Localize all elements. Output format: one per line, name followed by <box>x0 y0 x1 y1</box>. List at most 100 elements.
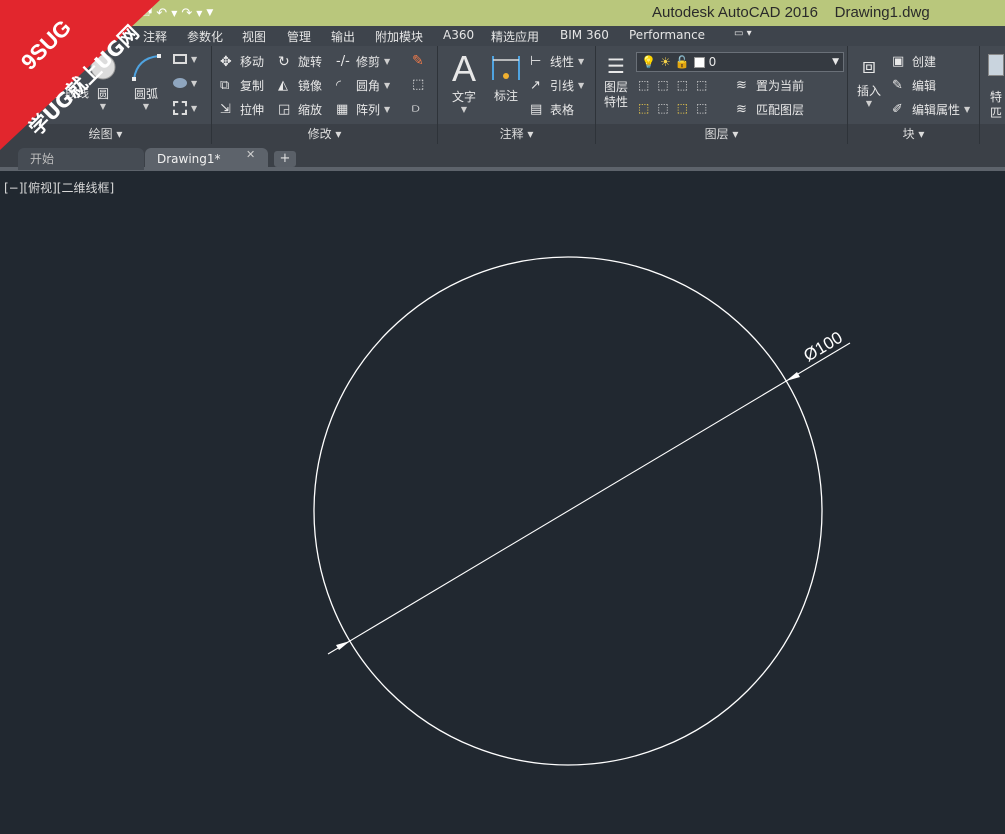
rectangle-button[interactable]: ▼ <box>173 54 197 64</box>
rotate-button[interactable]: ↻ 旋转 <box>278 53 322 70</box>
match-layer-button[interactable]: ≋ 匹配图层 <box>736 101 804 118</box>
insert-dropdown-icon[interactable]: ▼ <box>852 99 886 108</box>
explode-button[interactable]: ⬚ <box>412 77 428 93</box>
circle-dropdown-icon[interactable]: ▼ <box>88 102 118 111</box>
hatch-icon <box>173 78 187 88</box>
scale-button[interactable]: ◲ 缩放 <box>278 101 322 118</box>
tab-start[interactable]: 开始 <box>18 148 144 170</box>
arc-button[interactable]: 圆弧 ▼ <box>128 52 164 111</box>
table-button[interactable]: ▤ 表格 <box>530 101 574 118</box>
properties-panel: 特 匹 <box>980 46 1005 144</box>
trim-icon: -/- <box>336 53 350 69</box>
layer-off-icon[interactable]: ⬚ <box>638 78 649 92</box>
ribbon: 多段线 圆 ▼ 圆弧 ▼ ▼ ▼ ▼ 绘图 ▾ ✥ 移动 ↻ 旋转 -/- 修剪 ▼ ✎… <box>0 46 1005 144</box>
copy-button[interactable]: ⧉ 复制 <box>220 77 264 94</box>
close-tab-icon[interactable]: ✕ <box>246 148 255 161</box>
modify-panel-title[interactable]: 修改 ▾ <box>212 124 437 144</box>
layer-lock-tool-icon[interactable]: ⬚ <box>696 78 707 92</box>
tab-extra-dropdown-icon[interactable]: ▭ ▾ <box>734 28 752 39</box>
move-button[interactable]: ✥ 移动 <box>220 53 264 70</box>
layer-lock-icon: 🔓 <box>674 55 690 69</box>
print-icon[interactable]: 🖶 <box>140 2 152 24</box>
erase-button[interactable]: ✎ <box>412 53 428 69</box>
linear-dimension-button[interactable]: ⊢ 线性 ▼ <box>530 53 584 70</box>
quick-access-toolbar: 🖶 ↶ ▼ ↷ ▼ ▼ <box>140 3 213 23</box>
circle-button[interactable]: 圆 ▼ <box>88 52 118 111</box>
autocad-window: 🖶 ↶ ▼ ↷ ▼ ▼ Autodesk AutoCAD 2016 Drawin… <box>0 0 1005 834</box>
tab-bim360[interactable]: BIM 360 <box>560 28 609 42</box>
tab-annotate[interactable]: 注释 <box>143 28 167 45</box>
trim-button[interactable]: -/- 修剪 ▼ <box>336 53 390 70</box>
properties-icon[interactable] <box>988 54 1004 76</box>
boundary-button[interactable]: ▼ <box>173 101 197 115</box>
layer-freeze-tool-icon[interactable]: ⬚ <box>677 78 688 92</box>
boundary-icon <box>173 101 187 115</box>
redo-dropdown-icon[interactable]: ▼ <box>196 9 202 18</box>
erase-icon: ✎ <box>412 53 424 69</box>
dimension-text[interactable]: Ø100 <box>800 328 845 366</box>
create-block-button[interactable]: ▣ 创建 <box>892 53 936 70</box>
properties-label-top[interactable]: 特 <box>990 88 1002 105</box>
qat-customize-icon[interactable]: ▼ <box>206 8 213 18</box>
hatch-button[interactable]: ▼ <box>173 78 197 88</box>
set-current-icon: ≋ <box>736 77 747 93</box>
layer-unlock-icon[interactable]: ⬚ <box>696 101 707 115</box>
leader-button[interactable]: ↗ 引线 ▼ <box>530 77 584 94</box>
tab-addins[interactable]: 附加模块 <box>375 28 423 45</box>
array-button[interactable]: ▦ 阵列 ▼ <box>336 101 390 118</box>
text-button[interactable]: A 文字 ▼ <box>448 50 480 115</box>
mirror-icon: ◭ <box>278 77 288 93</box>
block-panel-title[interactable]: 块 ▾ <box>848 124 979 144</box>
layers-panel-title[interactable]: 图层 ▾ <box>596 124 847 144</box>
undo-dropdown-icon[interactable]: ▼ <box>171 9 177 18</box>
mirror-button[interactable]: ◭ 镜像 <box>278 77 322 94</box>
layer-isolate-icon[interactable]: ⬚ <box>657 78 668 92</box>
app-title: Autodesk AutoCAD 2016 <box>652 4 818 21</box>
table-icon: ▤ <box>530 101 543 117</box>
set-current-layer-button[interactable]: ≋ 置为当前 <box>736 77 804 94</box>
annotation-panel: A 文字 ▼ 标注 ⊢ 线性 ▼ ↗ 引线 ▼ ▤ 表格 注释 ▾ <box>438 46 596 144</box>
arc-dropdown-icon[interactable]: ▼ <box>128 102 164 111</box>
drawing-svg[interactable]: Ø100 <box>0 175 1005 834</box>
tab-parametric[interactable]: 参数化 <box>187 28 223 45</box>
diameter-dimension-line[interactable] <box>327 342 851 655</box>
layer-thaw-icon[interactable]: ⬚ <box>677 101 688 115</box>
tab-output[interactable]: 输出 <box>331 28 355 45</box>
block-panel: ⧈ 插入 ▼ ▣ 创建 ✎ 编辑 ✐ 编辑属性 ▼ 块 ▾ <box>848 46 980 144</box>
tab-featured-apps[interactable]: 精选应用 <box>491 28 539 45</box>
offset-button[interactable]: ⫐ <box>412 101 428 117</box>
insert-block-button[interactable]: ⧈ 插入 ▼ <box>852 52 886 108</box>
tab-a360[interactable]: A360 <box>443 28 474 42</box>
layer-properties-button[interactable]: ☰ 图层 特性 <box>600 52 632 110</box>
new-tab-button[interactable]: + <box>274 151 296 167</box>
polyline-label: 多段线 <box>52 86 89 100</box>
drawing-canvas[interactable]: Ø100 [−][俯视][二维线框] <box>0 175 1005 834</box>
layer-on-tool-icon[interactable]: ⬚ <box>638 101 649 115</box>
fillet-button[interactable]: ◜ 圆角 ▼ <box>336 77 390 94</box>
layer-unisolate-icon[interactable]: ⬚ <box>657 101 668 115</box>
annotation-panel-title[interactable]: 注释 ▾ <box>438 124 595 144</box>
redo-icon[interactable]: ↷ <box>181 6 192 21</box>
ribbon-tab-bar: 注释 参数化 视图 管理 输出 附加模块 A360 精选应用 BIM 360 P… <box>0 26 1005 46</box>
polyline-button[interactable]: 多段线 <box>52 54 90 101</box>
properties-panel-title <box>980 124 1005 144</box>
dimension-button[interactable]: 标注 <box>488 52 524 104</box>
leader-icon: ↗ <box>530 77 541 93</box>
viewport-controls-label[interactable]: [−][俯视][二维线框] <box>4 179 114 196</box>
properties-label-bottom[interactable]: 匹 <box>990 104 1002 121</box>
edit-attributes-button[interactable]: ✐ 编辑属性 ▼ <box>892 101 970 118</box>
layer-freeze-icon: ☀ <box>659 55 671 69</box>
layer-dropdown[interactable]: 💡 ☀ 🔓 0 ▼ <box>636 52 844 72</box>
dimension-icon <box>492 56 520 80</box>
window-title: Autodesk AutoCAD 2016 Drawing1.dwg <box>652 4 930 21</box>
tab-view[interactable]: 视图 <box>242 28 266 45</box>
draw-panel-title[interactable]: 绘图 ▾ <box>0 124 211 144</box>
undo-icon[interactable]: ↶ <box>156 6 167 21</box>
edit-block-button[interactable]: ✎ 编辑 <box>892 77 936 94</box>
create-block-icon: ▣ <box>892 53 905 69</box>
layer-dropdown-arrow-icon: ▼ <box>832 57 839 67</box>
stretch-button[interactable]: ⇲ 拉伸 <box>220 101 264 118</box>
tab-performance[interactable]: Performance <box>629 28 705 42</box>
text-dropdown-icon[interactable]: ▼ <box>448 105 480 114</box>
tab-manage[interactable]: 管理 <box>287 28 311 45</box>
